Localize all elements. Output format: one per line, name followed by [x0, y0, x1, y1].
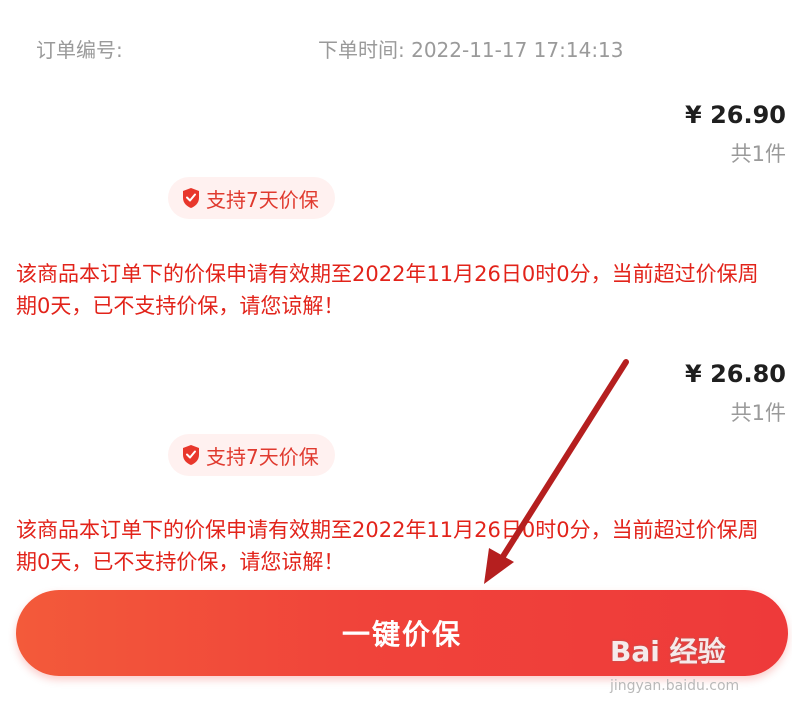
- price-protection-badge[interactable]: 支持7天价保: [168, 434, 335, 476]
- badge-label: 支持7天价保: [206, 444, 319, 469]
- watermark-url: jingyan.baidu.com: [610, 678, 740, 694]
- shield-check-icon: [183, 188, 199, 208]
- shield-check-icon: [183, 445, 199, 465]
- price-protection-notice: 该商品本订单下的价保申请有效期至2022年11月26日0时0分，当前超过价保周期…: [16, 518, 759, 574]
- button-label: 一键价保: [341, 618, 462, 651]
- item-quantity: 共1件: [730, 142, 786, 166]
- item-price: ¥ 26.80: [685, 360, 786, 388]
- one-click-price-protection-button[interactable]: 一键价保: [16, 590, 788, 676]
- order-number-label: 订单编号:: [36, 38, 123, 62]
- price-protection-notice: 该商品本订单下的价保申请有效期至2022年11月26日0时0分，当前超过价保周期…: [16, 262, 759, 318]
- order-time: 下单时间: 2022-11-17 17:14:13: [318, 38, 624, 62]
- item-quantity: 共1件: [730, 401, 786, 425]
- order-header: 订单编号: 下单时间: 2022-11-17 17:14:13: [36, 30, 772, 64]
- badge-label: 支持7天价保: [206, 187, 319, 212]
- item-price: ¥ 26.90: [685, 101, 786, 129]
- price-protection-badge[interactable]: 支持7天价保: [168, 177, 335, 219]
